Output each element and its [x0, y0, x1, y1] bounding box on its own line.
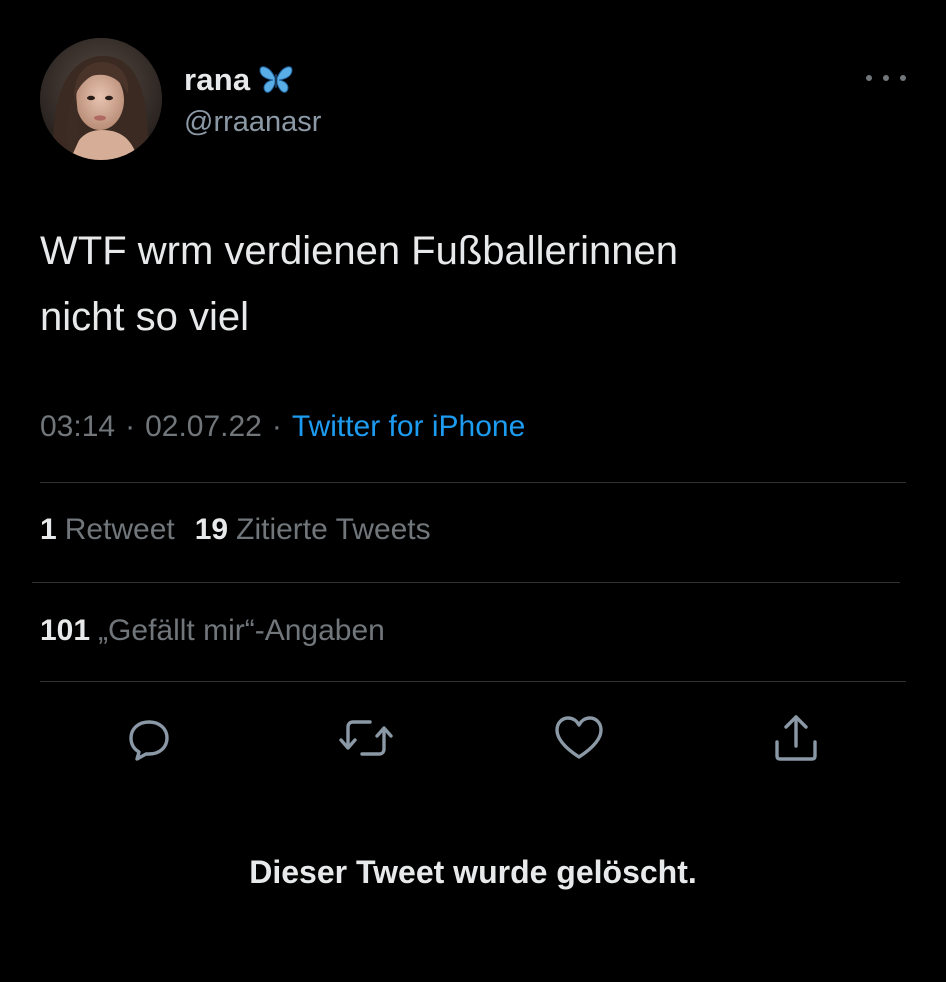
- quotes-stat[interactable]: 19 Zitierte Tweets: [195, 513, 431, 547]
- display-name-row: rana: [184, 60, 321, 100]
- tweet-source-link[interactable]: Twitter for iPhone: [292, 410, 525, 444]
- like-button[interactable]: [551, 710, 607, 766]
- more-dot: [866, 75, 872, 81]
- share-button[interactable]: [768, 710, 824, 766]
- tweet-header: rana @rraanasr: [40, 38, 906, 162]
- retweets-label: Retweet: [64, 513, 175, 546]
- share-icon: [775, 715, 817, 761]
- butterfly-emoji-icon: [258, 64, 294, 96]
- meta-separator: ·: [125, 410, 136, 443]
- divider: [32, 582, 900, 583]
- reply-button[interactable]: [121, 710, 177, 766]
- meta-separator: ·: [271, 410, 282, 443]
- likes-count: 101: [40, 614, 91, 647]
- quotes-label: Zitierte Tweets: [236, 513, 431, 546]
- quotes-count: 19: [194, 513, 229, 546]
- tweet-date[interactable]: 02.07.22: [145, 410, 262, 444]
- tweet-text: WTF wrm verdienen Fußballerinnen nicht s…: [40, 229, 678, 339]
- more-options-button[interactable]: [866, 66, 906, 90]
- likes-stat[interactable]: 101 „Gefällt mir“-Angaben: [40, 614, 385, 648]
- divider: [40, 681, 906, 682]
- retweet-button[interactable]: [338, 710, 394, 766]
- more-dot: [883, 75, 889, 81]
- likes-label: „Gefällt mir“-Angaben: [98, 614, 385, 647]
- retweets-stat[interactable]: 1 Retweet: [40, 513, 175, 547]
- divider: [40, 482, 906, 483]
- tweet-action-bar: [0, 710, 946, 766]
- retweet-icon: [339, 720, 393, 756]
- more-dot: [900, 75, 906, 81]
- retweets-count: 1: [40, 513, 57, 546]
- tweet-detail-page: rana @rraanasr WTF wrm verdienen Fußball…: [0, 0, 946, 982]
- avatar[interactable]: [40, 38, 162, 160]
- deleted-tweet-notice: Dieser Tweet wurde gelöscht.: [249, 854, 697, 890]
- retweet-stats-row: 1 Retweet 19 Zitierte Tweets: [40, 513, 431, 547]
- tweet-meta: 03:14 · 02.07.22 · Twitter for iPhone: [40, 410, 525, 444]
- author-info: rana @rraanasr: [184, 60, 321, 139]
- tweet-time[interactable]: 03:14: [40, 410, 115, 444]
- display-name[interactable]: rana: [184, 62, 250, 98]
- user-handle[interactable]: @rraanasr: [184, 106, 321, 139]
- like-icon: [555, 716, 603, 759]
- reply-icon: [129, 720, 169, 761]
- likes-stats-row: 101 „Gefällt mir“-Angaben: [40, 614, 385, 648]
